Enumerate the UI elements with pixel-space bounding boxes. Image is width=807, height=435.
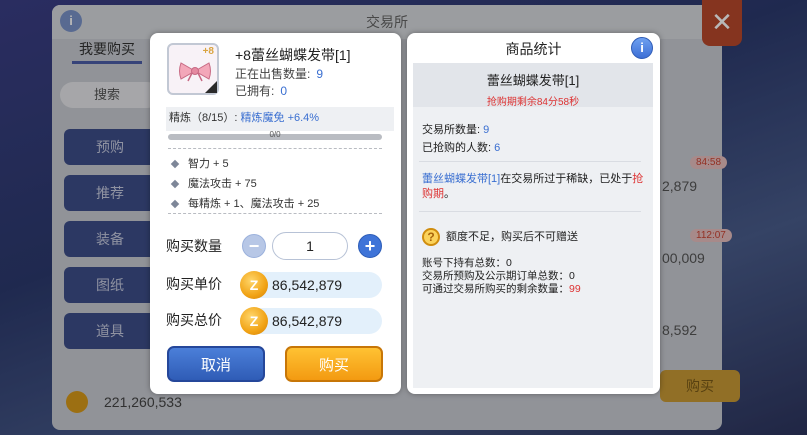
rush-timer: 抢购期剩余84分58秒 — [486, 97, 580, 108]
total-price-value: 86,542,879 — [272, 313, 343, 329]
stat-text: 魔法攻击 + 75 — [188, 178, 257, 190]
stat-line: 每精炼 + 1、魔法攻击 + 25 — [170, 195, 320, 211]
divider — [168, 148, 382, 149]
owned-value: 0 — [280, 84, 288, 98]
divider — [419, 211, 641, 212]
on-sale-label: 正在出售数量: — [235, 67, 311, 81]
on-sale-value: 9 — [316, 67, 324, 81]
stat-text: 智力 + 5 — [188, 158, 229, 170]
zeny-coin-icon: Z — [240, 271, 268, 299]
unit-price-label: 购买单价 — [166, 276, 222, 292]
cancel-button[interactable]: 取消 — [167, 346, 265, 382]
stat-text: 每精炼 + 1、魔法攻击 + 25 — [188, 198, 320, 210]
modal-overlay — [0, 0, 807, 435]
item-refine-level: +8 — [202, 46, 214, 57]
on-sale-count: 正在出售数量: 9 — [235, 65, 323, 82]
refine-info: 精炼（8/15）: 精炼魔免 +6.4% — [166, 107, 394, 131]
stat-line: 智力 + 5 — [170, 155, 229, 171]
info-icon[interactable]: i — [631, 37, 653, 59]
unit-price-field: Z 86,542,879 — [240, 271, 382, 299]
question-warning-icon: ? — [422, 228, 440, 247]
item-corner-mark — [205, 81, 217, 93]
scarcity-notice: 蕾丝蝴蝶发带[1]在交易所过于稀缺，已处于抢购期。 — [422, 172, 650, 202]
gift-warning: ? 额度不足，购买后不可赠送 — [422, 228, 578, 247]
purchase-dialog: +8 +8蕾丝蝴蝶发带[1] 正在出售数量: 9 已拥有: 0 精炼（8/15）: … — [150, 33, 401, 394]
zeny-coin-icon: Z — [240, 307, 268, 335]
refine-bonus: 精炼魔免 +6.4% — [240, 112, 320, 124]
remaining-quantity: 可通过交易所购买的剩余数量：99 — [422, 283, 581, 296]
item-stats-dialog: 商品统计 i 蕾丝蝴蝶发带[1] 抢购期剩余84分58秒 交易所数量: 9 已抢… — [407, 33, 660, 394]
progress-label: 0/0 — [269, 130, 281, 139]
buy-button[interactable]: 购买 — [285, 346, 383, 382]
remaining-label: 可通过交易所购买的剩余数量： — [422, 283, 569, 295]
lace-bow-hairband-icon: +8 — [167, 43, 219, 95]
owned-label: 已拥有: — [235, 84, 275, 98]
quantity-label: 购买数量 — [166, 238, 222, 254]
grabbed-label: 已抢购的人数: — [422, 142, 492, 154]
refine-label: 精炼（8/15）: — [169, 112, 238, 124]
preorder-total: 交易所预购及公示期订单总数：0 — [422, 270, 575, 282]
stats-header: 蕾丝蝴蝶发带[1] 抢购期剩余84分58秒 — [413, 63, 653, 108]
quantity-input[interactable]: 1 — [272, 232, 348, 260]
divider — [419, 161, 641, 162]
item-name: +8蕾丝蝴蝶发带[1] — [235, 47, 351, 63]
remaining-value: 99 — [569, 283, 581, 295]
refine-progress-bar: 0/0 — [168, 130, 382, 140]
scarcity-item-link[interactable]: 蕾丝蝴蝶发带[1] — [422, 173, 500, 185]
warning-text: 额度不足，购买后不可赠送 — [446, 231, 578, 243]
decrease-quantity-button[interactable]: − — [242, 234, 266, 258]
stats-item-name: 蕾丝蝴蝶发带[1] — [486, 73, 580, 88]
unit-price-value: 86,542,879 — [272, 277, 343, 293]
scarcity-end: 。 — [444, 188, 455, 200]
grabbed-count: 已抢购的人数: 6 — [422, 139, 500, 155]
grabbed-value: 6 — [494, 142, 501, 154]
exchange-count: 交易所数量: 9 — [422, 121, 489, 137]
background-exchange-window: 交易所 i ✕ 我要购买 搜索 预购 推荐 装备 图纸 道具 221,260,5… — [0, 0, 807, 435]
exchange-count-value: 9 — [483, 124, 490, 136]
owned-count: 已拥有: 0 — [235, 82, 287, 99]
total-price-label: 购买总价 — [166, 312, 222, 328]
exchange-count-label: 交易所数量: — [422, 124, 481, 136]
divider — [168, 213, 382, 214]
account-total: 账号下持有总数：0 — [422, 257, 512, 269]
scarcity-text: 在交易所过于稀缺，已处于 — [500, 173, 633, 185]
stats-title: 商品统计 — [505, 41, 562, 57]
stat-line: 魔法攻击 + 75 — [170, 175, 257, 191]
total-price-field: Z 86,542,879 — [240, 307, 382, 335]
stats-body — [413, 63, 653, 388]
increase-quantity-button[interactable]: + — [358, 234, 382, 258]
